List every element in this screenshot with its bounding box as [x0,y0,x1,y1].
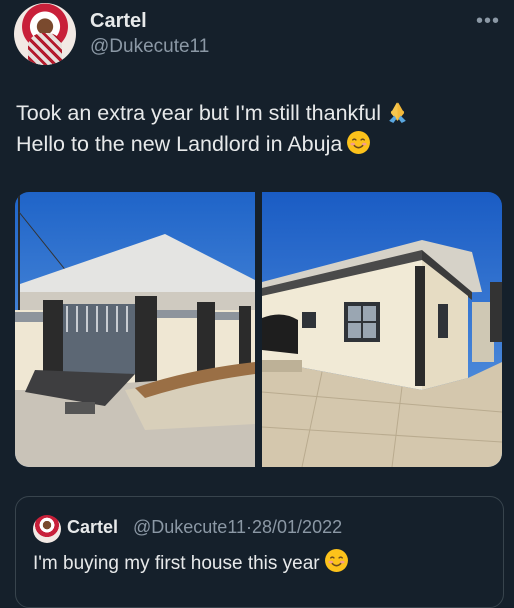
quoted-tweet-date: 28/01/2022 [252,517,343,537]
quoted-tweet-text-content: I'm buying my first house this year [33,553,320,574]
author-handle[interactable]: @Dukecute11 [90,36,209,58]
house-photo-1[interactable] [15,192,255,467]
smiling-face-icon [347,131,371,154]
tweet-media [15,192,502,467]
quoted-author-meta: @Dukecute11·28/01/2022 [133,517,342,538]
smiling-face-icon [324,549,348,572]
tweet-line-1: Took an extra year but I'm still thankfu… [16,98,410,129]
tweet-text: Took an extra year but I'm still thankfu… [16,98,410,160]
quoted-author-avatar [33,515,61,543]
quoted-tweet-text: I'm buying my first house this year [33,548,349,575]
tweet-line-1-text: Took an extra year but I'm still thankfu… [16,101,381,125]
quoted-tweet[interactable]: Cartel @Dukecute11·28/01/2022 I'm buying… [15,496,504,608]
more-horizontal-icon[interactable]: ••• [476,10,500,33]
quoted-author-name: Cartel [67,517,119,537]
folded-hands-icon [389,102,406,123]
house-photo-2[interactable] [262,192,502,467]
author-display-name[interactable]: Cartel [90,10,147,33]
quoted-author-handle: @Dukecute11 [133,517,247,537]
tweet-line-2-text: Hello to the new Landlord in Abuja [16,132,343,156]
author-avatar[interactable] [14,3,76,65]
tweet-line-2: Hello to the new Landlord in Abuja [16,129,410,160]
